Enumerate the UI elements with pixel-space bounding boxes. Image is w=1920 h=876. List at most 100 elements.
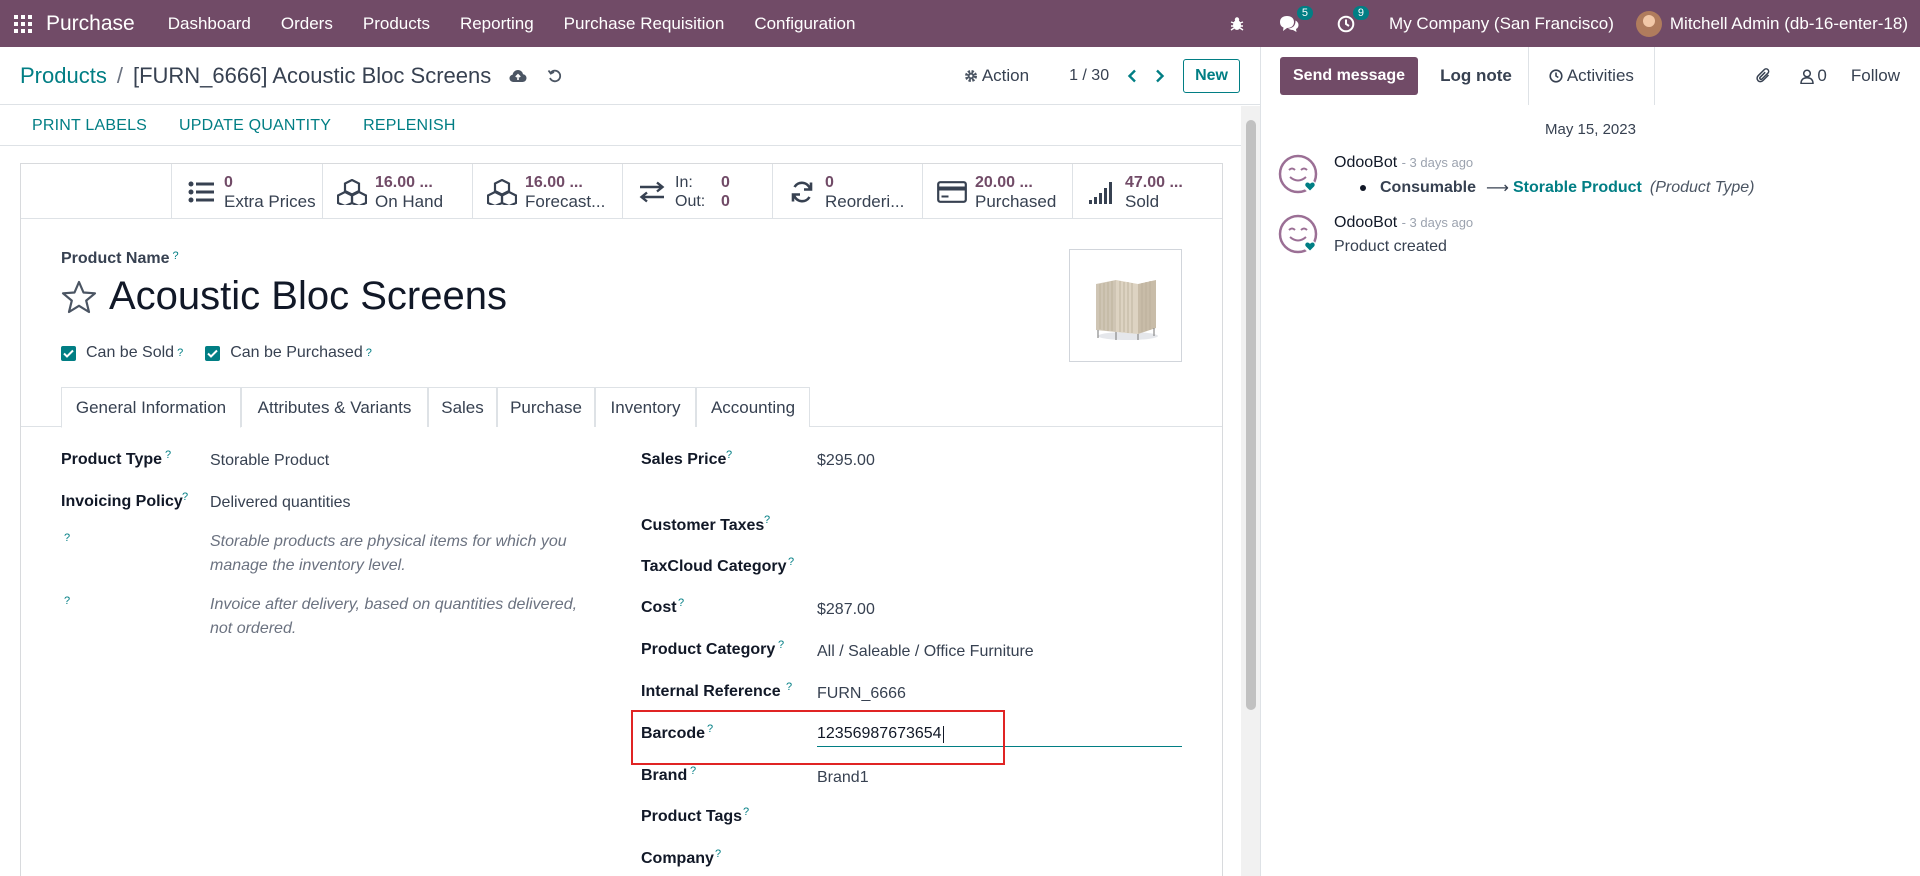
help-tooltip-icon[interactable]: ? (165, 449, 171, 461)
out-value: 0 (721, 192, 730, 210)
tab-accounting[interactable]: Accounting (696, 387, 810, 427)
cubes-icon (487, 178, 517, 205)
user-name: Mitchell Admin (db-16-enter-18) (1669, 13, 1908, 33)
form-scrollbar[interactable] (1241, 106, 1260, 876)
help-tooltip-icon[interactable]: ? (726, 449, 732, 461)
chatter-message: OdooBot - 3 days ago Consumable ⟶ Storab… (1278, 154, 1920, 198)
menu-orders[interactable]: Orders (266, 14, 348, 34)
invoicing-policy-help-text: Invoice after delivery, based on quantit… (210, 596, 578, 637)
clock-icon (1337, 15, 1355, 32)
tab-attributes-variants[interactable]: Attributes & Variants (241, 387, 428, 427)
pager-value[interactable]: 1 / 30 (1069, 67, 1109, 85)
followers-count: 0 (1817, 66, 1827, 85)
odoobot-icon (1278, 154, 1318, 194)
discard-button[interactable] (547, 68, 563, 84)
help-tooltip-icon[interactable]: ? (182, 491, 188, 503)
on-hand-value: 16.00 ... (375, 173, 433, 191)
replenish-button[interactable]: REPLENISH (363, 117, 456, 135)
sold-button[interactable]: 47.00 ... Sold (1072, 164, 1222, 219)
internal-reference-field[interactable]: FURN_6666 (817, 685, 906, 703)
app-menu-button[interactable] (0, 0, 46, 47)
user-menu[interactable]: Mitchell Admin (db-16-enter-18) (1635, 10, 1908, 37)
product-image[interactable] (1069, 249, 1182, 362)
pager-next-button[interactable] (1155, 69, 1165, 83)
message-time: - 3 days ago (1401, 155, 1474, 170)
in-out-button[interactable]: In: 0 Out: 0 (622, 164, 772, 219)
cost-field[interactable]: $287.00 (817, 601, 875, 619)
checkbox-checked-icon (205, 345, 221, 361)
help-tooltip-icon[interactable]: ? (764, 514, 770, 526)
product-name-field[interactable]: Acoustic Bloc Screens (109, 274, 507, 319)
messages-count-badge: 5 (1296, 5, 1314, 20)
menu-reporting[interactable]: Reporting (445, 14, 549, 34)
help-tooltip-icon[interactable]: ? (715, 848, 721, 860)
help-tooltip-icon[interactable]: ? (778, 639, 784, 651)
app-name[interactable]: Purchase (46, 12, 135, 36)
help-tooltip-icon[interactable]: ? (64, 595, 70, 607)
update-quantity-button[interactable]: UPDATE QUANTITY (179, 117, 331, 135)
help-tooltip-icon[interactable]: ? (743, 806, 749, 818)
tracking-new-value: Storable Product (1512, 179, 1642, 196)
menu-products[interactable]: Products (348, 14, 445, 34)
tracking-field-name: (Product Type) (1649, 179, 1755, 196)
forecasted-button[interactable]: 16.00 ... Forecast... (472, 164, 622, 219)
follow-button[interactable]: Follow (1851, 66, 1900, 86)
reordering-button[interactable]: 0 Reorderi... (772, 164, 922, 219)
action-label: Action (981, 66, 1030, 85)
menu-purchase-requisition[interactable]: Purchase Requisition (549, 14, 740, 34)
save-button[interactable] (509, 69, 527, 83)
help-tooltip-icon[interactable]: ? (690, 765, 696, 777)
brand-label: Brand (641, 767, 688, 784)
star-icon[interactable] (61, 280, 97, 314)
menu-configuration[interactable]: Configuration (739, 14, 870, 34)
menu-dashboard[interactable]: Dashboard (153, 14, 266, 34)
help-tooltip-icon[interactable]: ? (788, 556, 794, 568)
messages-button[interactable]: 5 (1279, 5, 1314, 33)
new-button[interactable]: New (1183, 59, 1240, 93)
in-value: 0 (721, 173, 730, 191)
tab-general-information[interactable]: General Information (61, 387, 241, 428)
activities-button[interactable]: Activities (1529, 47, 1655, 105)
breadcrumb-products[interactable]: Products (20, 63, 107, 89)
company-switcher[interactable]: My Company (San Francisco) (1389, 14, 1614, 34)
bug-icon (1230, 16, 1244, 31)
tab-sales[interactable]: Sales (428, 387, 497, 427)
log-note-button[interactable]: Log note (1424, 47, 1529, 105)
purchased-button[interactable]: 20.00 ... Purchased (922, 164, 1072, 219)
help-tooltip-icon[interactable]: ? (177, 347, 183, 359)
paperclip-icon[interactable] (1756, 67, 1772, 85)
product-type-field[interactable]: Storable Product (210, 452, 329, 470)
tab-inventory[interactable]: Inventory (595, 387, 696, 427)
debug-button[interactable] (1229, 16, 1245, 32)
print-labels-button[interactable]: PRINT LABELS (32, 117, 147, 135)
help-tooltip-icon[interactable]: ? (366, 347, 372, 359)
send-message-button[interactable]: Send message (1280, 57, 1419, 95)
help-tooltip-icon[interactable]: ? (64, 532, 70, 544)
help-tooltip-icon[interactable]: ? (786, 681, 792, 693)
top-navbar: Purchase Dashboard Orders Products Repor… (0, 0, 1920, 47)
pager-previous-button[interactable] (1127, 69, 1137, 83)
message-author[interactable]: OdooBot (1334, 154, 1397, 171)
brand-field[interactable]: Brand1 (817, 769, 869, 787)
followers-button[interactable]: 0 (1800, 66, 1827, 86)
invoicing-policy-field[interactable]: Delivered quantities (210, 494, 351, 512)
extra-prices-button[interactable]: 0 Extra Prices (171, 164, 322, 219)
can-be-purchased-checkbox[interactable]: Can be Purchased? (205, 344, 372, 362)
message-author[interactable]: OdooBot (1334, 214, 1397, 231)
on-hand-button[interactable]: 16.00 ... On Hand (322, 164, 472, 219)
product-category-field[interactable]: All / Saleable / Office Furniture (817, 643, 1034, 661)
checkbox-checked-icon (61, 345, 76, 361)
tab-purchase[interactable]: Purchase (497, 387, 595, 427)
activities-button[interactable]: 9 (1337, 5, 1370, 33)
product-name-row: Acoustic Bloc Screens (61, 274, 507, 319)
help-tooltip-icon[interactable]: ? (678, 597, 684, 609)
breadcrumb: Products / [FURN_6666] Acoustic Bloc Scr… (20, 63, 491, 89)
product-name-label: Product Name? (61, 250, 179, 268)
in-label: In: (675, 173, 693, 191)
help-tooltip-icon[interactable]: ? (172, 250, 178, 262)
sales-price-field[interactable]: $295.00 (817, 452, 875, 470)
scrollbar-thumb[interactable] (1246, 120, 1256, 710)
action-menu-button[interactable]: Action (964, 66, 1029, 86)
can-be-sold-checkbox[interactable]: Can be Sold? (61, 344, 183, 362)
product-type-help-text: Storable products are physical items for… (210, 533, 567, 574)
